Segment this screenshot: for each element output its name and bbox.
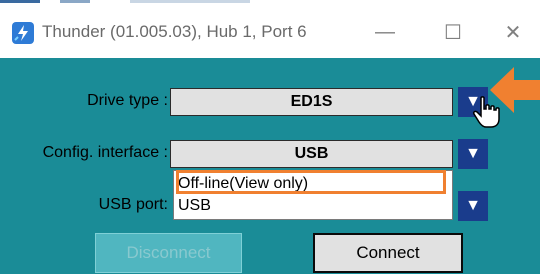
- background-segment: [0, 0, 40, 3]
- dropdown-option-usb[interactable]: USB: [178, 197, 211, 215]
- background-segment: [130, 0, 250, 3]
- connect-button[interactable]: Connect: [313, 233, 463, 273]
- chevron-down-icon: ▼: [465, 145, 481, 162]
- window-titlebar: Thunder (01.005.03), Hub 1, Port 6 — ☐ ✕: [0, 6, 540, 58]
- hand-cursor-icon: [473, 96, 500, 128]
- highlight-box: [176, 170, 446, 194]
- drive-type-field[interactable]: ED1S: [170, 88, 453, 116]
- drive-type-label: Drive type :: [87, 92, 168, 109]
- disconnect-button[interactable]: Disconnect: [95, 233, 242, 273]
- config-interface-dropdown-button[interactable]: ▼: [458, 139, 488, 169]
- maximize-button[interactable]: ☐: [430, 12, 476, 52]
- config-interface-field[interactable]: USB: [170, 140, 453, 168]
- minimize-button[interactable]: —: [362, 12, 408, 52]
- usb-port-dropdown-button[interactable]: ▼: [458, 191, 488, 221]
- config-interface-label: Config. interface :: [42, 144, 168, 161]
- usb-port-label: USB port:: [98, 196, 168, 213]
- chevron-down-icon: ▼: [465, 197, 481, 214]
- thunder-app-icon: [12, 22, 34, 44]
- window-title: Thunder (01.005.03), Hub 1, Port 6: [42, 22, 307, 41]
- close-button[interactable]: ✕: [490, 12, 536, 52]
- background-segment: [60, 0, 90, 3]
- configuration-panel: Drive type : ED1S ▼ Config. interface : …: [0, 58, 540, 274]
